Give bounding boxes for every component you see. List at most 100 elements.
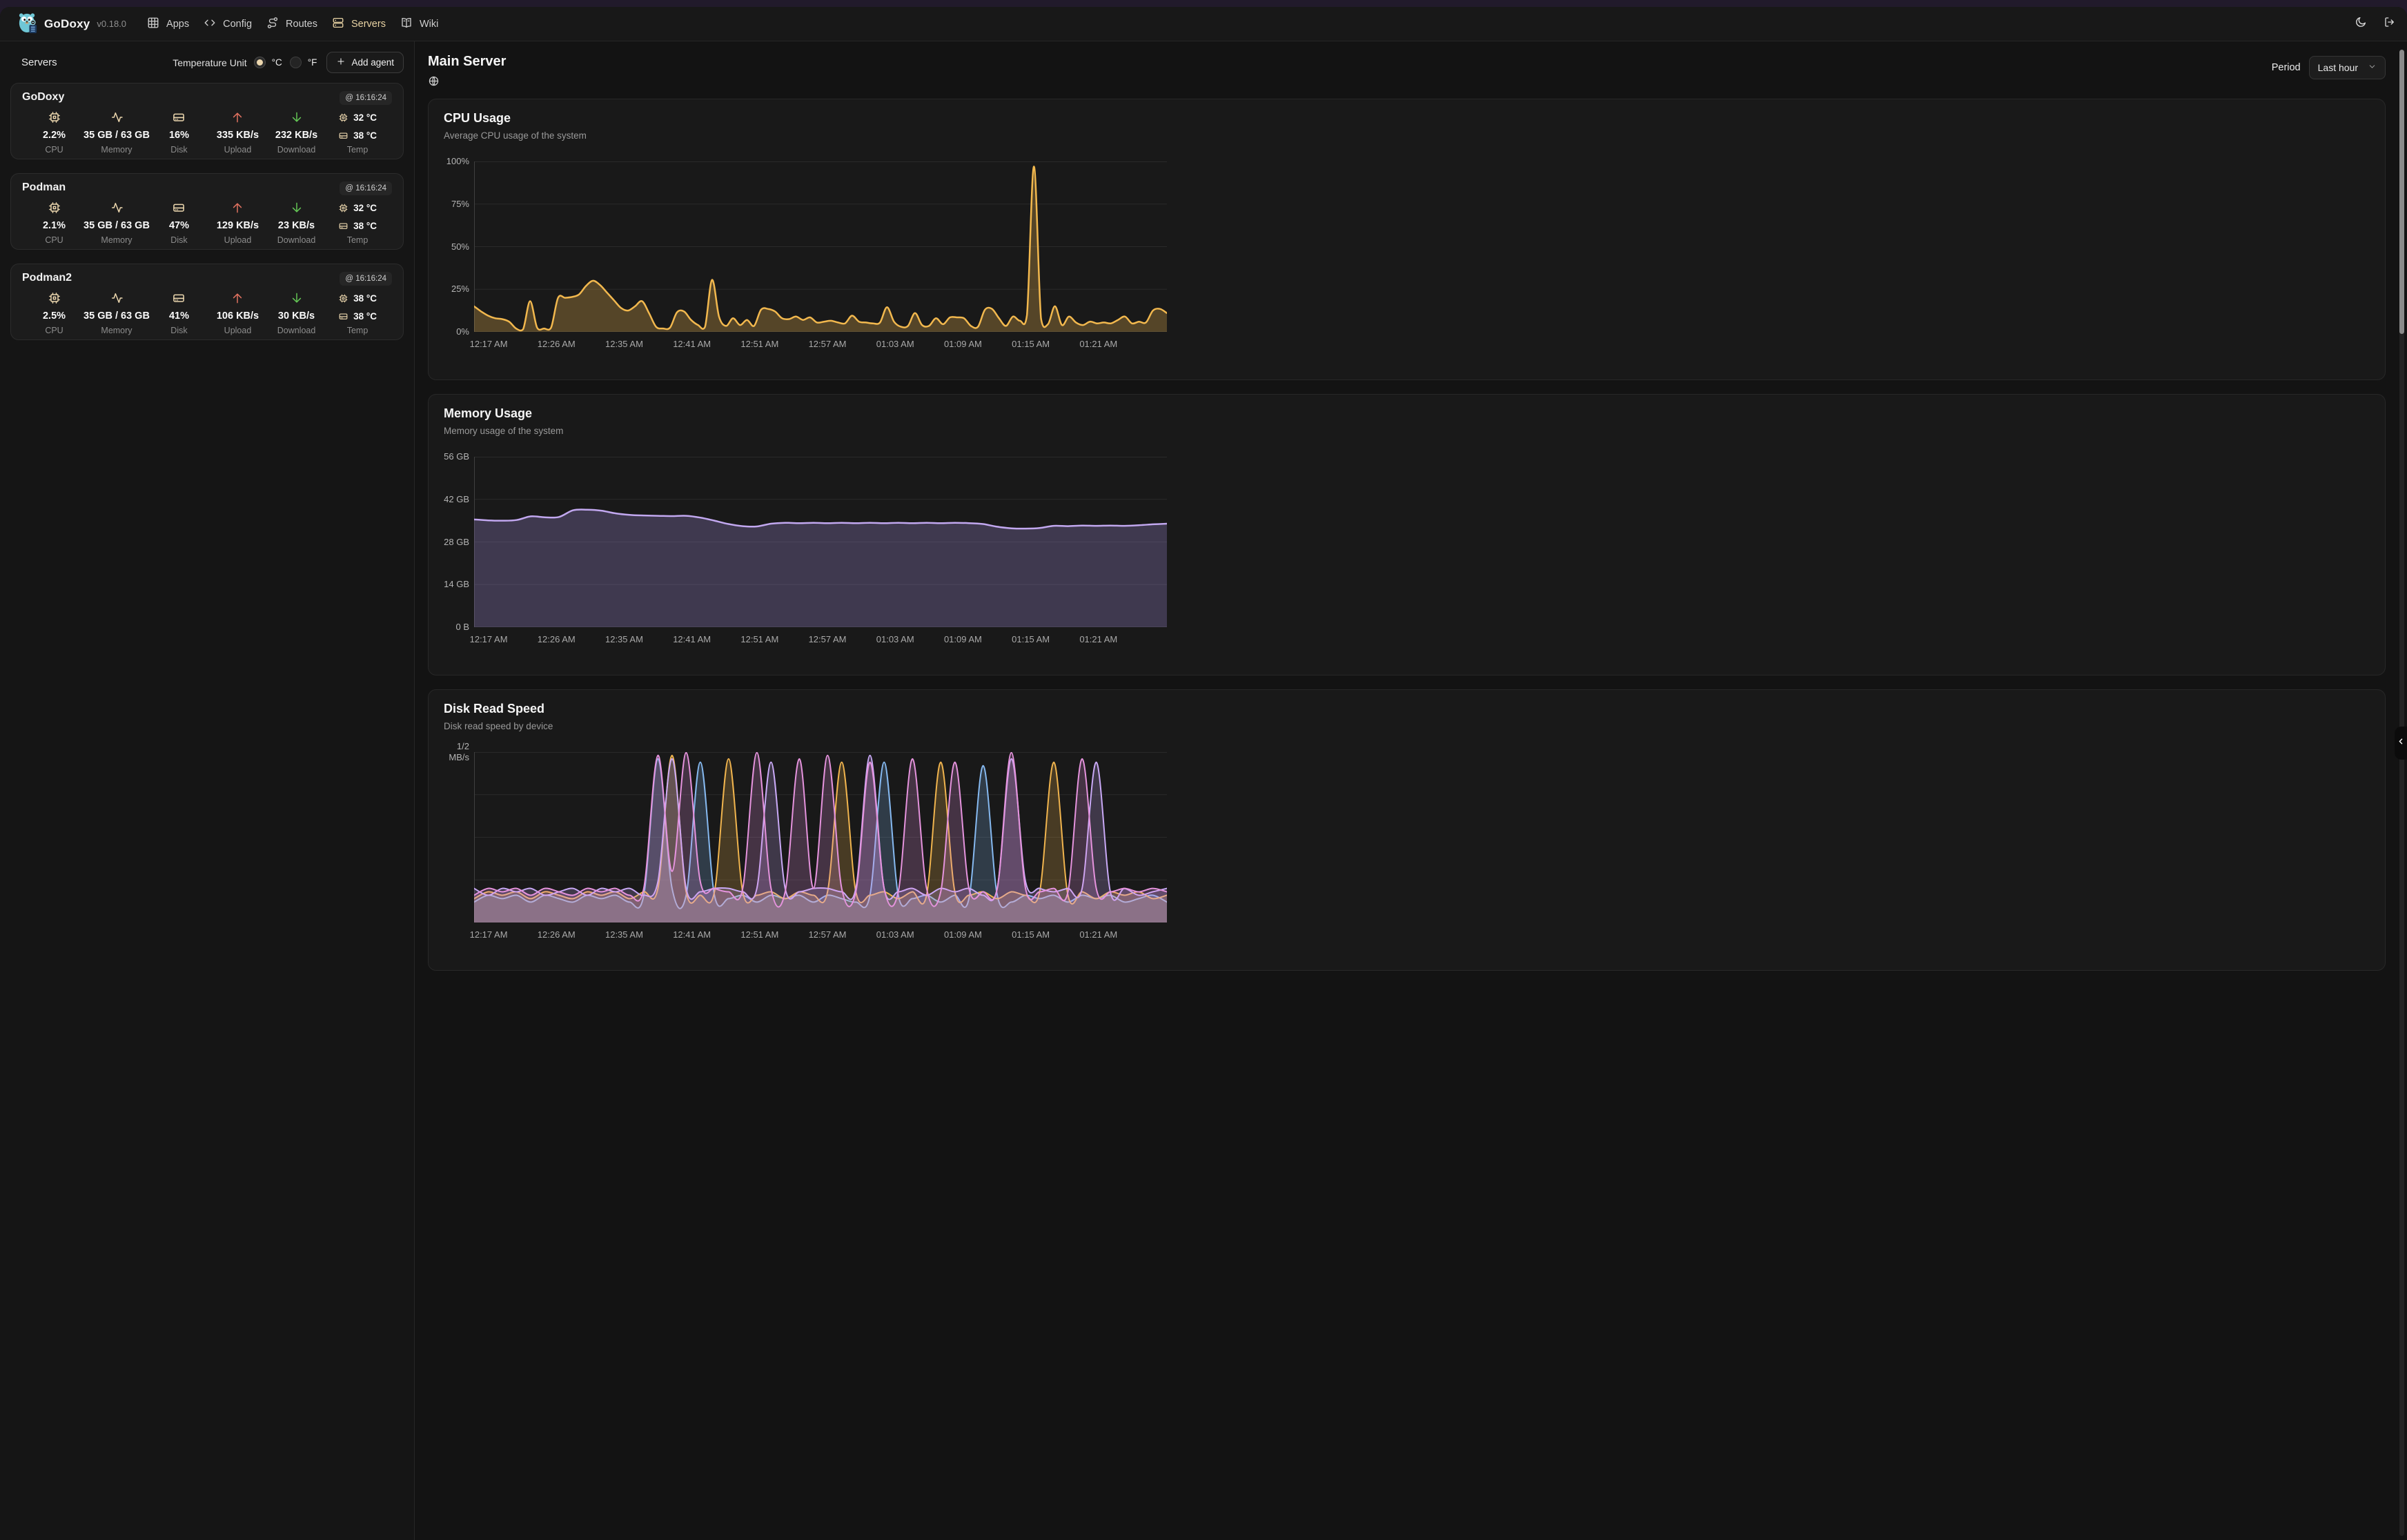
chart-title: Memory Usage [444,406,2370,421]
x-tick-label: 12:35 AM [605,634,643,644]
server-icon [332,17,344,32]
download-label: Download [277,145,316,155]
stat-cpu: 2.5% CPU [25,290,83,335]
add-agent-button[interactable]: Add agent [326,52,404,73]
upload-value: 106 KB/s [217,309,259,323]
x-axis-labels: 12:17 AM12:26 AM12:35 AM12:41 AM12:51 AM… [474,339,1167,351]
memory-label: Memory [101,235,132,245]
y-axis: 1/2 MB/s [444,752,474,922]
activity-icon [110,199,124,216]
memory-usage-card: Memory Usage Memory usage of the system … [428,394,2386,675]
server-timestamp: @ 16:16:24 [340,181,392,195]
nav-item-apps[interactable]: Apps [147,17,189,32]
stat-disk: 16% Disk [150,109,208,155]
x-tick-label: 01:03 AM [876,339,914,349]
nav-item-wiki[interactable]: Wiki [400,17,438,32]
memory-value: 35 GB / 63 GB [83,309,150,323]
chart-subtitle: Memory usage of the system [444,426,2370,436]
server-card-podman[interactable]: Podman @ 16:16:24 2.1% CPU 35 GB / 63 GB… [10,173,404,250]
chart-title: Disk Read Speed [444,702,2370,716]
disk-temp-row: 38 °C [338,128,377,142]
nav-label: Wiki [420,19,438,30]
disk-value: 16% [169,128,189,142]
chevron-down-icon [2368,62,2377,73]
nav-item-servers[interactable]: Servers [332,17,386,32]
upload-value: 335 KB/s [217,128,259,142]
x-tick-label: 01:09 AM [944,634,982,644]
nav-label: Config [223,19,252,30]
stat-disk: 47% Disk [150,199,208,245]
memory-usage-chart [474,457,1167,627]
cpu-usage-card: CPU Usage Average CPU usage of the syste… [428,99,2386,380]
period-label: Period [2272,62,2301,73]
server-card-godoxy[interactable]: GoDoxy @ 16:16:24 2.2% CPU 35 GB / 63 GB… [10,83,404,159]
stat-temp: 38 °C 38 °C Temp [326,290,389,335]
temp-label: Temp [347,326,369,335]
radio-fahrenheit[interactable] [290,57,302,68]
stat-temp: 32 °C 38 °C Temp [326,199,389,245]
period-select[interactable]: Last hour [2309,56,2386,79]
logout-icon[interactable] [2384,16,2396,32]
disk-temp-row: 38 °C [338,309,377,323]
plus-icon [336,57,346,68]
x-tick-label: 12:17 AM [470,634,508,644]
nav-item-routes[interactable]: Routes [266,17,317,32]
server-timestamp: @ 16:16:24 [340,272,392,286]
disk-temp-value: 38 °C [353,311,377,322]
y-tick-label: 14 GB [444,579,469,590]
scrollbar-thumb[interactable] [2399,50,2404,334]
x-axis-labels: 12:17 AM12:26 AM12:35 AM12:41 AM12:51 AM… [474,929,1167,942]
stat-memory: 35 GB / 63 GB Memory [83,199,150,245]
y-tick-label: 1/2 MB/s [449,741,469,764]
x-tick-label: 12:57 AM [809,634,847,644]
app-title: GoDoxy [44,17,90,31]
x-tick-label: 12:26 AM [538,929,576,940]
download-value: 23 KB/s [278,219,315,233]
memory-value: 35 GB / 63 GB [83,128,150,142]
panel-collapse-handle[interactable] [2395,727,2407,760]
harddrive-icon [172,199,186,216]
x-tick-label: 01:09 AM [944,929,982,940]
x-tick-label: 01:21 AM [1079,339,1117,349]
cpu-temp-row: 32 °C [338,199,377,216]
navbar-actions [2355,16,2396,32]
brand[interactable]: GoDoxy v0.18.0 [17,11,126,37]
godoxy-logo-icon [17,11,38,37]
download-value: 30 KB/s [278,309,315,323]
y-tick-label: 25% [451,284,469,295]
server-card-podman2[interactable]: Podman2 @ 16:16:24 2.5% CPU 35 GB / 63 G… [10,264,404,340]
y-tick-label: 0% [456,326,469,337]
cpu-chip-icon [48,199,61,216]
x-tick-label: 01:03 AM [876,929,914,940]
cpu-chip-icon [338,293,348,304]
stat-cpu: 2.2% CPU [25,109,83,155]
server-name: Podman2 [22,272,72,284]
server-stats: 2.5% CPU 35 GB / 63 GB Memory 41% Disk [22,290,392,335]
disk-read-speed-chart [474,752,1167,922]
arrow-down-icon [290,290,304,306]
stat-download: 232 KB/s Download [267,109,326,155]
nav-item-config[interactable]: Config [204,17,252,32]
cpu-label: CPU [45,235,63,245]
x-axis-labels: 12:17 AM12:26 AM12:35 AM12:41 AM12:51 AM… [474,634,1167,646]
stat-memory: 35 GB / 63 GB Memory [83,290,150,335]
download-label: Download [277,235,316,245]
stat-upload: 335 KB/s Upload [208,109,267,155]
x-tick-label: 12:51 AM [740,929,778,940]
harddrive-icon [338,130,348,141]
y-axis: 100%75%50%25%0% [444,161,474,332]
radio-celsius[interactable] [254,57,266,68]
disk-label: Disk [170,235,187,245]
memory-label: Memory [101,326,132,335]
x-tick-label: 01:03 AM [876,634,914,644]
stat-upload: 129 KB/s Upload [208,199,267,245]
period-value: Last hour [2318,62,2358,73]
moon-icon[interactable] [2355,16,2367,32]
x-tick-label: 12:41 AM [673,929,711,940]
x-tick-label: 01:15 AM [1012,634,1050,644]
y-tick-label: 75% [451,199,469,210]
nav-items: Apps Config Routes Servers Wiki [147,17,438,32]
upload-value: 129 KB/s [217,219,259,233]
stat-cpu: 2.1% CPU [25,199,83,245]
celsius-label: °C [272,57,282,68]
